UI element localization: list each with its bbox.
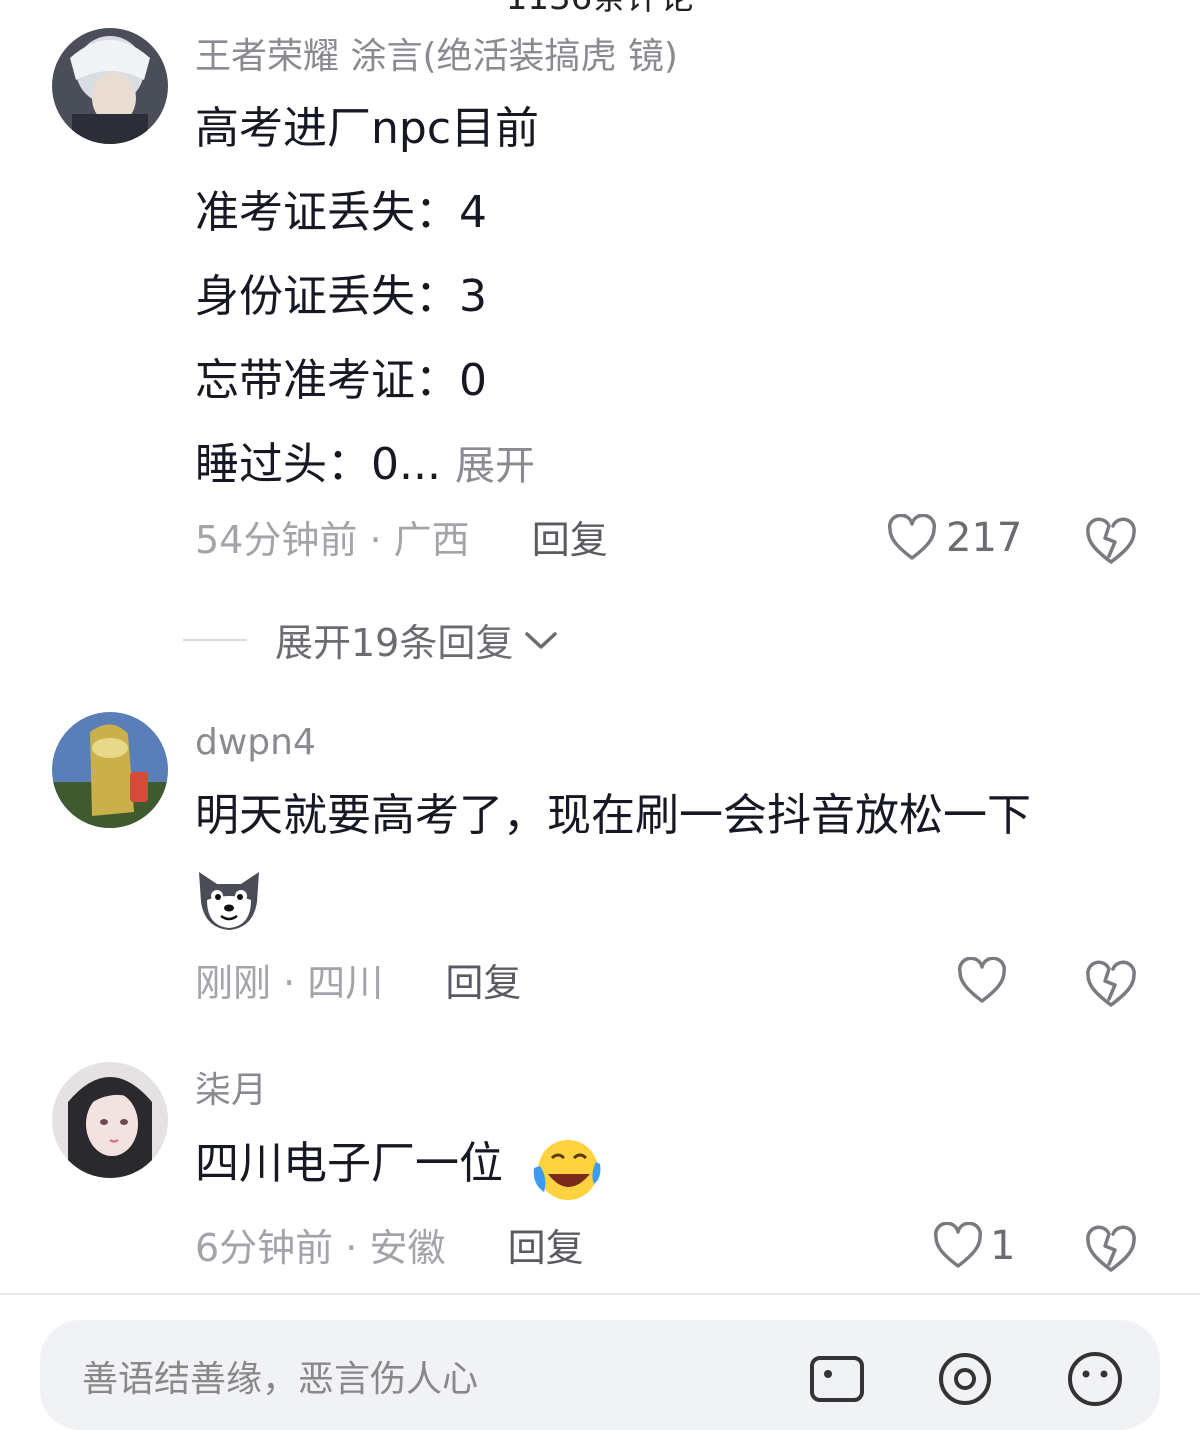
comment-username[interactable]: dwpn4 bbox=[195, 722, 316, 764]
at-mention-icon[interactable] bbox=[934, 1348, 996, 1410]
comment-username[interactable]: 王者荣耀 涂言(绝活装搞虎 镜) bbox=[195, 36, 678, 78]
comment-item: 王者荣耀 涂言(绝活装搞虎 镜) 高考进厂npc目前 准考证丢失：4 身份证丢失… bbox=[0, 0, 1200, 680]
like-button[interactable] bbox=[956, 957, 1008, 1005]
divider-dash bbox=[183, 638, 247, 641]
comment-meta: 刚刚 · 四川 回复 bbox=[195, 961, 521, 1005]
comment-text-line: 高考进厂npc目前 bbox=[195, 103, 540, 154]
reply-button[interactable]: 回复 bbox=[508, 1226, 584, 1270]
comment-text-line: 睡过头：0... 展开 bbox=[195, 439, 535, 492]
comment-text-line: 四川电子厂一位 bbox=[195, 1138, 503, 1190]
comment-location: 广西 bbox=[393, 518, 470, 562]
like-count: 217 bbox=[946, 515, 1023, 561]
image-icon[interactable] bbox=[806, 1348, 868, 1410]
comment-text-line: 准考证丢失：4 bbox=[195, 187, 487, 238]
expand-text-button[interactable]: 展开 bbox=[455, 443, 535, 489]
comment-input-bar[interactable]: 善语结善缘，恶言伤人心 bbox=[40, 1320, 1160, 1430]
husky-dog-emoji bbox=[199, 872, 259, 930]
reply-button[interactable]: 回复 bbox=[445, 961, 521, 1005]
expand-replies-label: 展开19条回复 bbox=[275, 621, 514, 665]
meta-separator: · bbox=[345, 1226, 370, 1270]
bottom-divider bbox=[0, 1293, 1200, 1295]
comment-text: 四川电子厂一位 bbox=[195, 1138, 503, 1189]
comment-time: 54分钟前 bbox=[195, 518, 358, 562]
comment-item: 柒月 四川电子厂一位 6分钟前 · 安徽 回复 1 bbox=[0, 1050, 1200, 1290]
comment-meta: 54分钟前 · 广西 回复 bbox=[195, 518, 608, 562]
comment-text-line: 忘带准考证：0 bbox=[195, 355, 487, 406]
meta-separator: · bbox=[369, 518, 394, 562]
avatar[interactable] bbox=[52, 712, 168, 828]
reply-button[interactable]: 回复 bbox=[532, 518, 608, 562]
dislike-icon[interactable] bbox=[1085, 959, 1137, 1009]
comment-location: 安徽 bbox=[369, 1226, 446, 1270]
heart-icon bbox=[957, 957, 1007, 1003]
dislike-icon[interactable] bbox=[1085, 516, 1137, 566]
comment-input-placeholder[interactable]: 善语结善缘，恶言伤人心 bbox=[82, 1350, 478, 1402]
like-button[interactable]: 217 bbox=[886, 514, 1022, 562]
comment-meta: 6分钟前 · 安徽 回复 bbox=[195, 1226, 584, 1270]
heart-icon bbox=[933, 1222, 983, 1268]
avatar[interactable] bbox=[52, 28, 168, 144]
comment-time: 刚刚 bbox=[195, 961, 272, 1005]
chevron-down-icon bbox=[525, 631, 558, 649]
meta-separator: · bbox=[283, 961, 308, 1005]
heart-icon bbox=[887, 514, 937, 560]
emoji-icon[interactable] bbox=[1064, 1348, 1126, 1410]
like-count: 1 bbox=[990, 1223, 1016, 1269]
comment-text-line: 明天就要高考了，现在刷一会抖音放松一下 bbox=[195, 790, 1031, 841]
comment-time: 6分钟前 bbox=[195, 1226, 334, 1270]
dislike-icon[interactable] bbox=[1085, 1224, 1137, 1274]
comment-username[interactable]: 柒月 bbox=[195, 1070, 267, 1112]
like-button[interactable]: 1 bbox=[932, 1222, 1015, 1270]
comment-text-truncated: 睡过头：0... bbox=[195, 439, 441, 490]
avatar[interactable] bbox=[52, 1062, 168, 1178]
expand-replies-button[interactable]: 展开19条回复 bbox=[183, 612, 559, 667]
comment-item: dwpn4 明天就要高考了，现在刷一会抖音放松一下 刚刚 · 四川 回复 bbox=[0, 700, 1200, 1030]
comment-location: 四川 bbox=[307, 961, 384, 1005]
comment-text-line: 身份证丢失：3 bbox=[195, 271, 487, 322]
laughing-crying-emoji bbox=[533, 1140, 601, 1200]
